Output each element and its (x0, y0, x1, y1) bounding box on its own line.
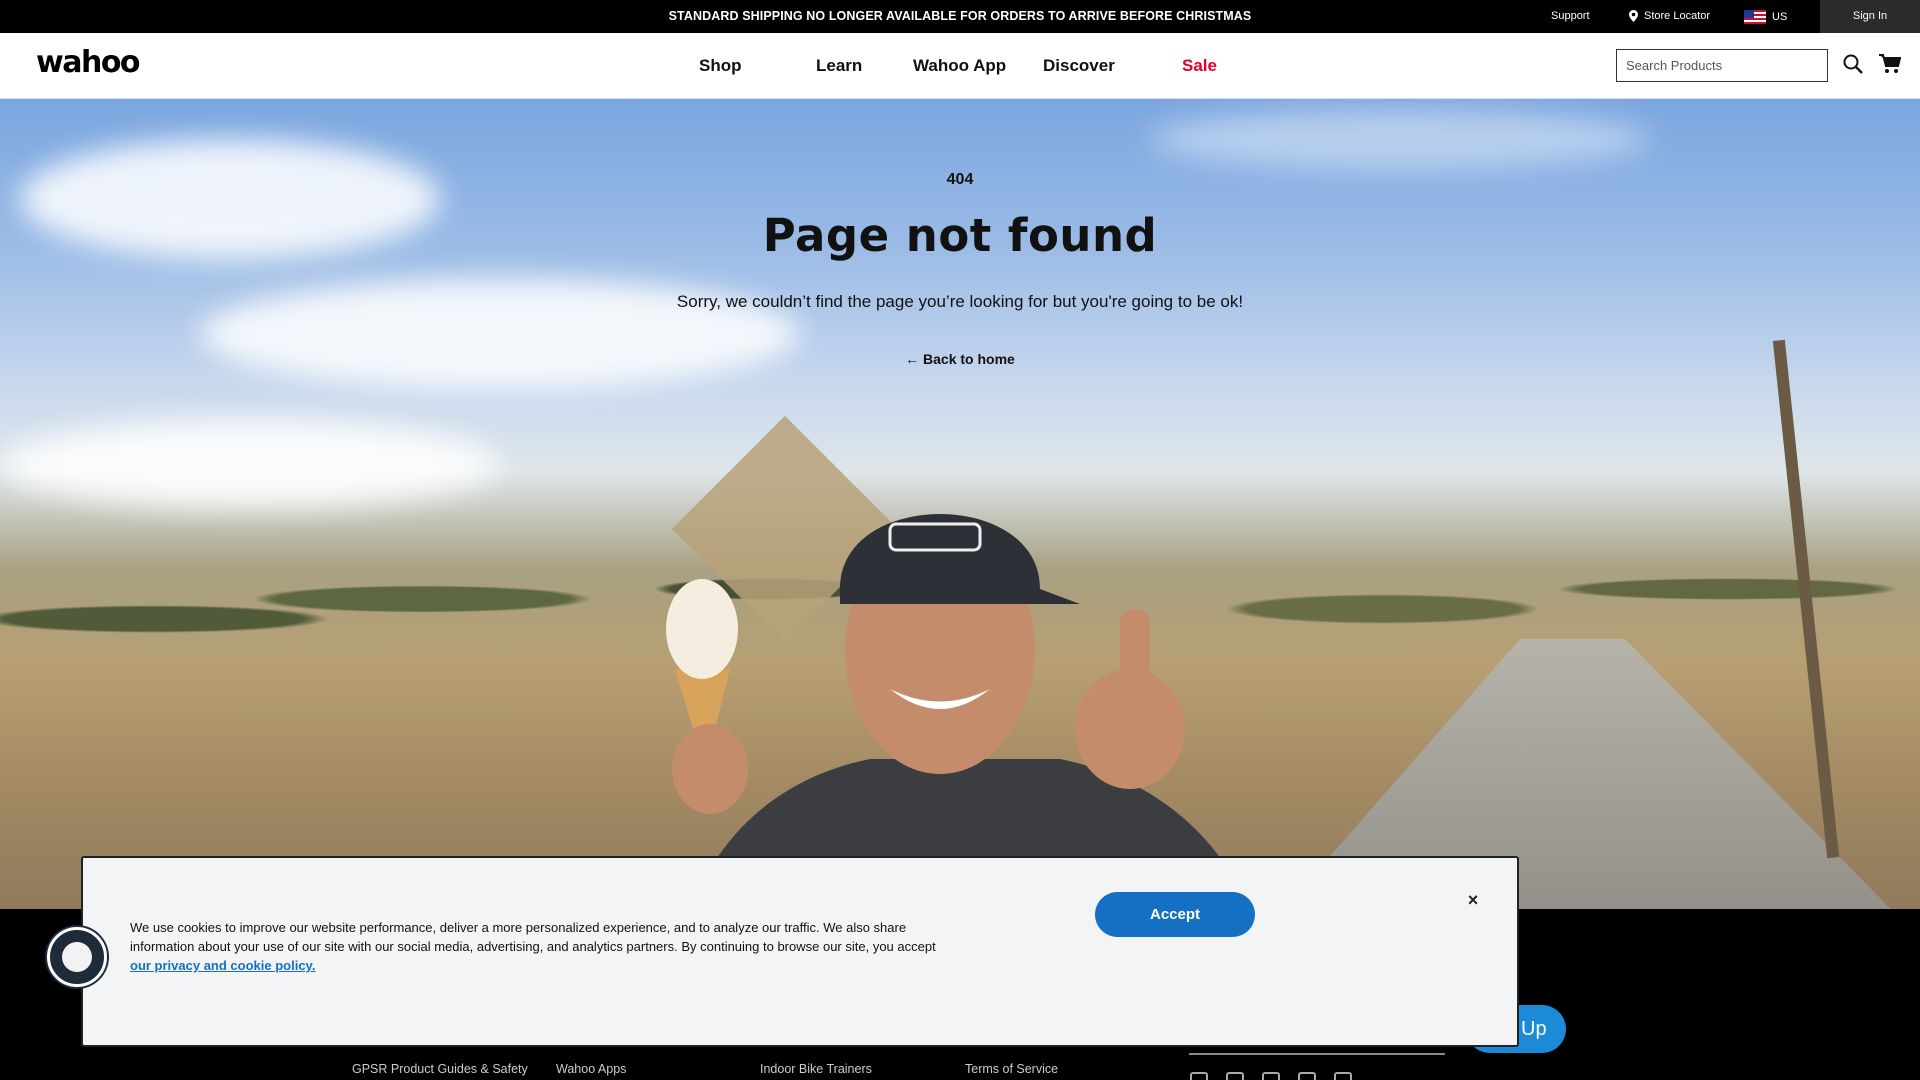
social-icon[interactable] (1226, 1072, 1244, 1080)
main-nav: wahoo Shop Learn Wahoo App Discover Sale (0, 33, 1920, 99)
social-icon[interactable] (1298, 1072, 1316, 1080)
back-to-home-label: Back to home (923, 351, 1015, 367)
social-icon[interactable] (1262, 1072, 1280, 1080)
nav-item-discover[interactable]: Discover (1043, 56, 1115, 76)
footer-link-terms[interactable]: Terms of Service (965, 1062, 1058, 1076)
support-label: Support (1551, 10, 1590, 22)
social-icon[interactable] (1190, 1072, 1208, 1080)
locale-label: US (1772, 11, 1788, 23)
nav-item-sale[interactable]: Sale (1182, 56, 1217, 76)
search-button[interactable] (1842, 53, 1866, 77)
privacy-policy-link[interactable]: our privacy and cookie policy. (130, 958, 315, 973)
footer-link-wahoo-apps[interactable]: Wahoo Apps (556, 1062, 626, 1076)
newsletter-email-field[interactable] (1189, 1053, 1445, 1055)
wahoo-logo[interactable]: wahoo (36, 45, 141, 80)
page-title: Page not found (762, 209, 1158, 262)
close-icon[interactable]: × (1463, 890, 1483, 910)
error-code: 404 (946, 171, 974, 188)
locale-selector[interactable]: US (1744, 10, 1787, 24)
person-with-ice-cream-image (666, 514, 1249, 909)
nav-item-wahoo-app[interactable]: Wahoo App (913, 56, 1006, 76)
cookie-settings-button[interactable] (47, 927, 107, 987)
arrow-left-icon: ← (905, 351, 920, 367)
accept-cookies-button[interactable]: Accept (1095, 892, 1255, 937)
support-link[interactable]: Support (1551, 10, 1590, 22)
cookie-message: We use cookies to improve our website pe… (130, 918, 960, 975)
store-locator-link[interactable]: Store Locator (1629, 10, 1710, 22)
cookie-icon (62, 942, 92, 972)
cookie-message-text: We use cookies to improve our website pe… (130, 920, 936, 954)
search-input[interactable] (1616, 49, 1828, 82)
footer-link-indoor-trainers[interactable]: Indoor Bike Trainers (760, 1062, 872, 1076)
cart-icon (1879, 54, 1902, 73)
error-message: Sorry, we couldn’t find the page you’re … (676, 292, 1244, 311)
back-to-home-link[interactable]: ← Back to home (0, 351, 1920, 367)
us-flag-icon (1744, 10, 1766, 24)
social-icon[interactable] (1334, 1072, 1352, 1080)
announcement-bar: STANDARD SHIPPING NO LONGER AVAILABLE FO… (0, 0, 1920, 33)
footer-link-gpsr[interactable]: GPSR Product Guides & Safety (352, 1062, 528, 1076)
cookie-consent-banner: We use cookies to improve our website pe… (81, 856, 1519, 1047)
nav-item-learn[interactable]: Learn (816, 56, 862, 76)
cloud (1150, 109, 1650, 169)
nav-item-shop[interactable]: Shop (699, 56, 742, 76)
hero-banner: 404 Page not found Sorry, we couldn’t fi… (0, 99, 1920, 909)
sign-in-button[interactable]: Sign In (1820, 0, 1920, 33)
search-icon (1843, 54, 1863, 74)
location-pin-icon (1629, 10, 1638, 22)
social-links (1190, 1072, 1352, 1080)
cart-button[interactable] (1878, 53, 1902, 77)
store-locator-label: Store Locator (1644, 10, 1711, 22)
